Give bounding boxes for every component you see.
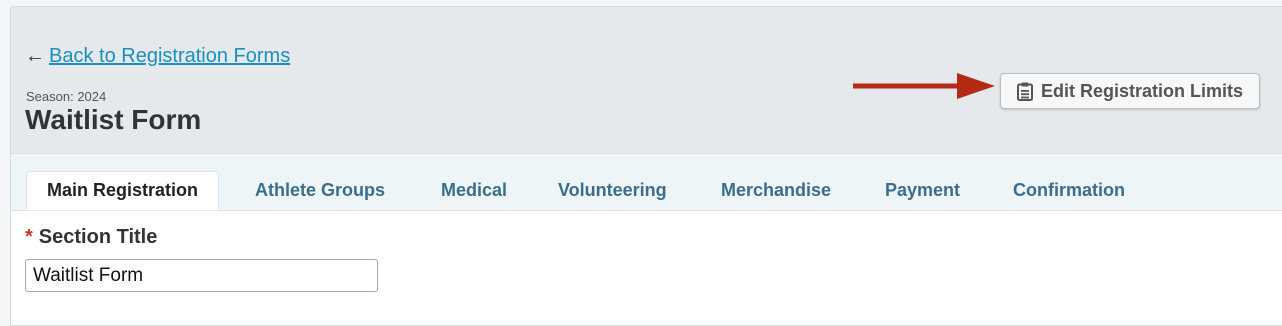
section-title-label: * Section Title: [25, 225, 157, 249]
tab-merchandise[interactable]: Merchandise: [721, 172, 831, 210]
tab-bar: Main Registration Athlete Groups Medical…: [11, 154, 1282, 211]
edit-button-label: Edit Registration Limits: [1040, 80, 1244, 101]
tab-athlete-groups[interactable]: Athlete Groups: [255, 172, 385, 210]
clipboard-icon: [1016, 82, 1033, 101]
required-marker: *: [25, 226, 33, 248]
tab-medical[interactable]: Medical: [441, 172, 507, 210]
tab-confirmation[interactable]: Confirmation: [1013, 172, 1125, 210]
section-title-label-text: Section Title: [38, 226, 158, 248]
back-link[interactable]: ← Back to Registration Forms: [25, 44, 290, 68]
page-title: Waitlist Form: [25, 104, 202, 135]
page-container: ← Back to Registration Forms Season: 2024…: [10, 6, 1282, 326]
back-arrow-icon: ←: [25, 45, 45, 67]
edit-registration-limits-button[interactable]: Edit Registration Limits: [1000, 73, 1260, 109]
tab-volunteering[interactable]: Volunteering: [558, 172, 667, 210]
tab-main-registration[interactable]: Main Registration: [26, 171, 220, 210]
section-title-input[interactable]: [25, 259, 378, 292]
page-header: ← Back to Registration Forms Season: 2024…: [11, 7, 1282, 154]
tab-payment[interactable]: Payment: [885, 172, 960, 210]
season-label: Season: 2024: [26, 89, 107, 104]
back-link-text[interactable]: Back to Registration Forms: [49, 45, 290, 67]
annotation-arrow-icon: [853, 73, 995, 99]
